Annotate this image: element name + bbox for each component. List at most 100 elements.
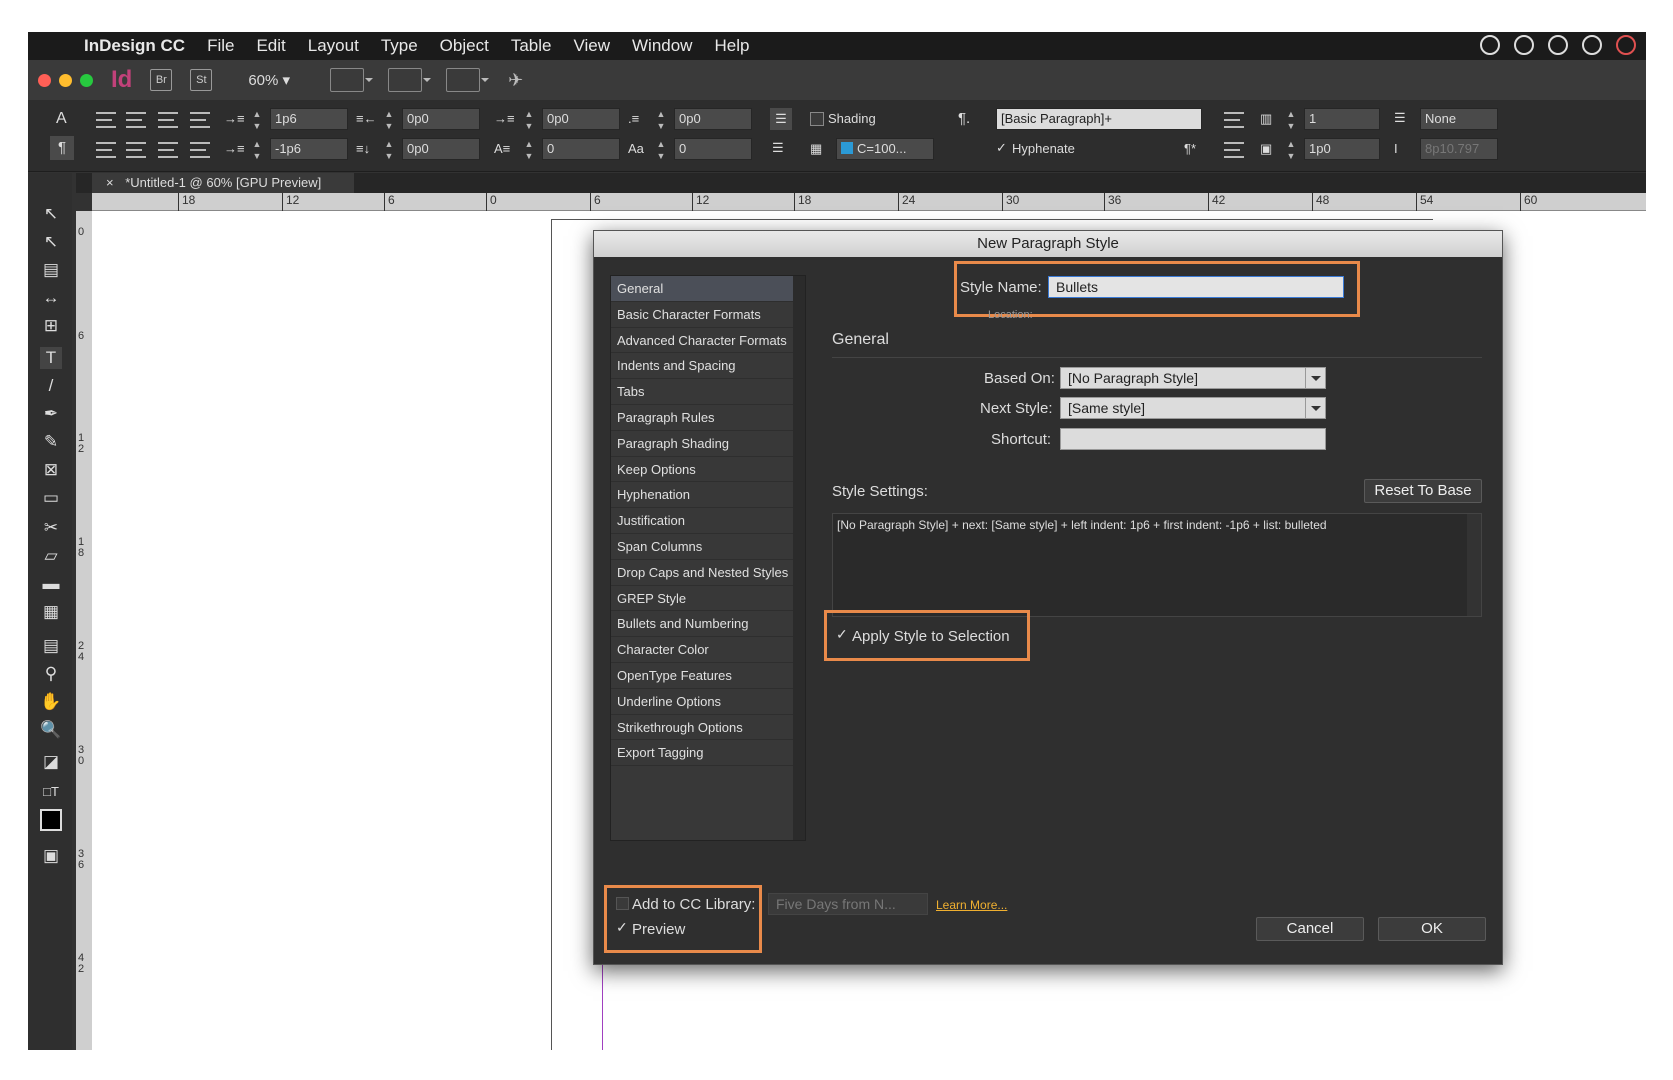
rule-dropdown[interactable]: None xyxy=(1420,108,1498,130)
category-item[interactable]: Character Color xyxy=(611,637,805,663)
screen-mode-icon[interactable]: ▣ xyxy=(40,845,62,867)
stock-button[interactable]: St xyxy=(190,69,213,91)
shortcut-input[interactable] xyxy=(1060,428,1326,450)
apply-style-checkbox[interactable]: ✓ xyxy=(836,627,849,641)
category-item[interactable]: Drop Caps and Nested Styles xyxy=(611,560,805,586)
category-item[interactable]: Paragraph Rules xyxy=(611,405,805,431)
dropcap-lines-stepper[interactable]: ▲ ▼ xyxy=(522,138,536,162)
dropbox-icon[interactable] xyxy=(1480,35,1500,55)
no-baseline-icon[interactable] xyxy=(1224,142,1244,158)
next-style-dropdown[interactable]: [Same style] xyxy=(1060,397,1326,419)
page-tool-icon[interactable]: ▤ xyxy=(40,259,62,281)
rectangle-frame-tool-icon[interactable]: ⊠ xyxy=(40,459,62,481)
first-indent-stepper[interactable]: ▲ ▼ xyxy=(250,138,264,162)
evernote-icon[interactable] xyxy=(1582,35,1602,55)
right-indent-field[interactable]: 0p0 xyxy=(402,108,480,130)
menu-object[interactable]: Object xyxy=(440,36,489,56)
vertical-ruler[interactable]: 0 6 1 2 1 8 2 4 3 0 3 6 4 2 xyxy=(76,211,92,1050)
screen-mode-button[interactable] xyxy=(388,68,432,92)
scissors-tool-icon[interactable]: ✂ xyxy=(40,517,62,539)
heart-icon[interactable] xyxy=(1616,35,1636,55)
menu-type[interactable]: Type xyxy=(381,36,418,56)
rectangle-tool-icon[interactable]: ▭ xyxy=(40,487,62,509)
sync-icon[interactable] xyxy=(1548,35,1568,55)
style-name-input[interactable]: Bullets xyxy=(1048,276,1344,298)
zoom-tool-icon[interactable]: 🔍 xyxy=(40,719,62,741)
gradient-feather-tool-icon[interactable]: ▦ xyxy=(40,601,62,623)
first-line-indent-field[interactable]: -1p6 xyxy=(270,138,348,160)
zoom-level-dropdown[interactable]: 60% ▾ xyxy=(248,71,290,89)
menu-help[interactable]: Help xyxy=(714,36,749,56)
last-line-indent-field[interactable]: 0p0 xyxy=(402,138,480,160)
reset-to-base-button[interactable]: Reset To Base xyxy=(1364,479,1482,503)
apply-color-icon[interactable] xyxy=(40,809,62,831)
space-before-stepper[interactable]: ▲ ▼ xyxy=(522,108,536,132)
pencil-tool-icon[interactable]: ✎ xyxy=(40,431,62,453)
menu-app-name[interactable]: InDesign CC xyxy=(84,36,185,56)
category-item[interactable]: Bullets and Numbering xyxy=(611,611,805,638)
align-left-icon[interactable] xyxy=(96,112,116,128)
category-item[interactable]: Tabs xyxy=(611,379,805,405)
category-item[interactable]: Basic Character Formats xyxy=(611,302,805,328)
menu-file[interactable]: File xyxy=(207,36,234,56)
info-icon[interactable] xyxy=(1514,35,1534,55)
hand-tool-icon[interactable]: ✋ xyxy=(40,691,62,713)
justify-left-icon[interactable] xyxy=(96,142,116,158)
baseline-field[interactable]: 8p10.797 xyxy=(1420,138,1498,160)
character-mode-icon[interactable]: A xyxy=(56,110,67,128)
based-on-dropdown[interactable]: [No Paragraph Style] xyxy=(1060,367,1326,389)
minimize-window-button[interactable] xyxy=(59,73,72,87)
gutter-field[interactable]: 1p0 xyxy=(1304,138,1380,160)
library-dropdown[interactable]: Five Days from N... xyxy=(768,893,928,915)
left-indent-field[interactable]: 1p6 xyxy=(270,108,348,130)
space-after-stepper[interactable]: ▲ ▼ xyxy=(654,108,668,132)
space-before-field[interactable]: 0p0 xyxy=(542,108,620,130)
zoom-window-button[interactable] xyxy=(80,73,93,87)
note-tool-icon[interactable]: ▤ xyxy=(40,635,62,657)
menu-edit[interactable]: Edit xyxy=(256,36,285,56)
paragraph-mode-icon[interactable]: ¶ xyxy=(50,136,74,160)
pen-tool-icon[interactable]: ✒ xyxy=(40,403,62,425)
menu-layout[interactable]: Layout xyxy=(308,36,359,56)
gap-tool-icon[interactable]: ↔ xyxy=(40,287,62,309)
selection-tool-icon[interactable]: ↖ xyxy=(40,203,62,225)
free-transform-tool-icon[interactable]: ▱ xyxy=(40,545,62,567)
last-indent-stepper[interactable]: ▲ ▼ xyxy=(382,138,396,162)
close-window-button[interactable] xyxy=(38,73,51,87)
align-baseline-icon[interactable] xyxy=(1224,112,1244,128)
publish-online-icon[interactable]: ✈ xyxy=(508,70,523,91)
content-collector-icon[interactable]: ⊞ xyxy=(40,315,62,337)
bulleted-list-icon[interactable]: ☰ xyxy=(770,108,792,130)
category-item[interactable]: Strikethrough Options xyxy=(611,715,805,741)
category-item[interactable]: Export Tagging xyxy=(611,740,805,767)
columns-field[interactable]: 1 xyxy=(1304,108,1380,130)
category-item[interactable]: Keep Options xyxy=(611,457,805,483)
type-tool-icon[interactable]: T xyxy=(40,347,62,369)
category-item[interactable]: Justification xyxy=(611,508,805,534)
cancel-button[interactable]: Cancel xyxy=(1256,917,1364,941)
document-tab[interactable]: × *Untitled-1 @ 60% [GPU Preview] xyxy=(92,173,354,193)
space-after-field[interactable]: 0p0 xyxy=(674,108,752,130)
numbered-list-icon[interactable]: ☰ xyxy=(772,140,784,156)
align-right-icon[interactable] xyxy=(158,112,178,128)
shading-checkbox[interactable] xyxy=(810,112,824,126)
category-item[interactable]: GREP Style xyxy=(611,586,805,612)
preview-checkbox[interactable]: ✓ xyxy=(616,920,629,934)
category-item[interactable]: OpenType Features xyxy=(611,663,805,689)
add-library-checkbox[interactable] xyxy=(616,897,629,910)
category-scrollbar[interactable] xyxy=(793,276,805,840)
horizontal-ruler[interactable]: 18 12 6 0 6 12 18 24 30 36 42 48 54 60 xyxy=(92,193,1646,211)
menu-view[interactable]: View xyxy=(573,36,610,56)
category-item[interactable]: Paragraph Shading xyxy=(611,431,805,457)
eyedropper-tool-icon[interactable]: ⚲ xyxy=(40,663,62,685)
clear-overrides-icon[interactable]: ¶* xyxy=(1184,141,1196,156)
shading-color-dropdown[interactable]: C=100... xyxy=(836,138,934,160)
right-indent-stepper[interactable]: ▲ ▼ xyxy=(382,108,396,132)
learn-more-link[interactable]: Learn More... xyxy=(936,898,1007,912)
justify-right-icon[interactable] xyxy=(158,142,178,158)
arrange-documents-button[interactable] xyxy=(446,68,490,92)
menu-table[interactable]: Table xyxy=(511,36,552,56)
formatting-affects-text-icon[interactable]: □T xyxy=(40,781,62,803)
gutter-stepper[interactable]: ▲ ▼ xyxy=(1284,138,1298,162)
line-tool-icon[interactable]: / xyxy=(40,375,62,397)
